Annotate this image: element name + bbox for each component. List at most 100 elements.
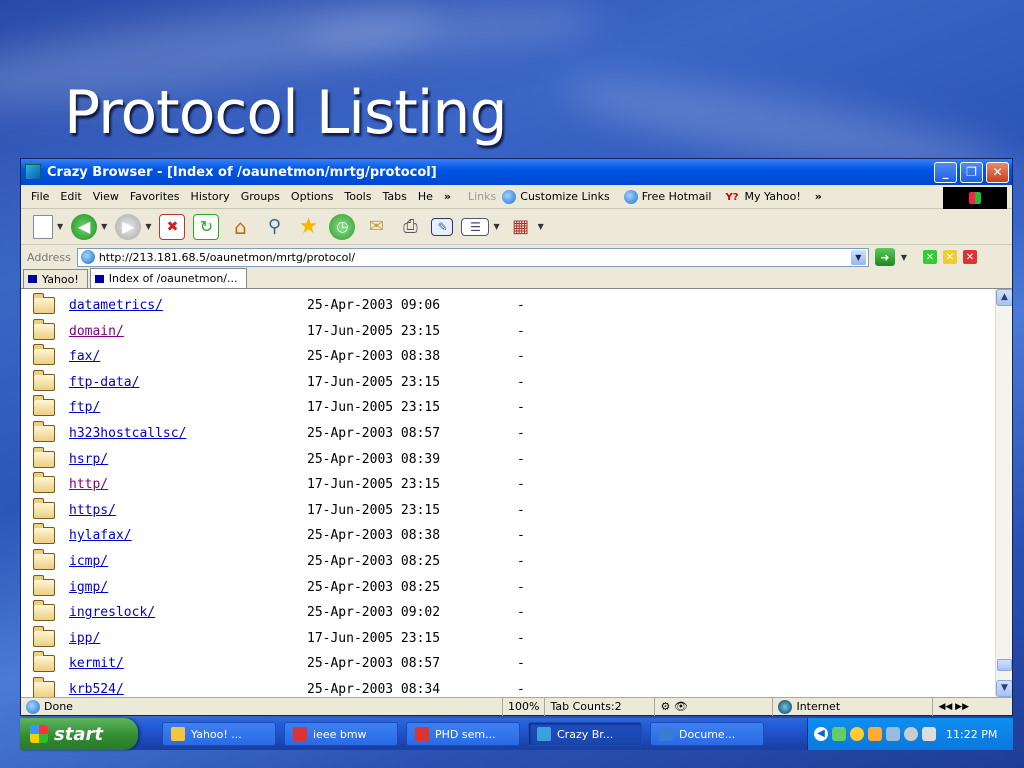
folder-link[interactable]: https/ xyxy=(69,503,307,518)
folder-link[interactable]: fax/ xyxy=(69,349,307,364)
folder-link[interactable]: igmp/ xyxy=(69,580,307,595)
menu-tools[interactable]: Tools xyxy=(344,190,371,203)
stop-icon[interactable]: ✖ xyxy=(159,213,186,240)
tab-counts: Tab Counts:2 xyxy=(545,697,656,716)
folder-link[interactable]: datametrics/ xyxy=(69,298,307,313)
status-nav-arrows[interactable]: ◀◀ ▶▶ xyxy=(933,698,974,716)
refresh-icon[interactable]: ↻ xyxy=(193,213,220,240)
scroll-thumb[interactable] xyxy=(997,659,1012,671)
scroll-up-icon[interactable]: ▲ xyxy=(996,289,1012,306)
close-button[interactable]: ✕ xyxy=(986,161,1009,183)
tray-messenger-icon[interactable] xyxy=(850,727,864,741)
tray-app-icon[interactable] xyxy=(868,727,882,741)
folder-icon xyxy=(33,369,55,391)
home-icon[interactable]: ⌂ xyxy=(227,214,253,240)
messenger-dropdown-icon[interactable]: ▼ xyxy=(538,222,544,231)
tray-network-icon[interactable] xyxy=(832,727,846,741)
folder-icon xyxy=(33,677,55,697)
ie-page-icon xyxy=(80,250,95,264)
taskbar-item[interactable]: Crazy Br... xyxy=(528,722,642,746)
menu-history[interactable]: History xyxy=(191,190,230,203)
tab-index-of-oaunetmon[interactable]: Index of /oaunetmon/... xyxy=(89,268,247,288)
link-free-hotmail[interactable]: Free Hotmail xyxy=(623,189,712,204)
scroll-down-icon[interactable]: ▼ xyxy=(996,680,1012,697)
title-bar[interactable]: Crazy Browser - [Index of /oaunetmon/mrt… xyxy=(21,159,1012,185)
menu-groups[interactable]: Groups xyxy=(241,190,280,203)
taskbar-item[interactable]: PHD sem... xyxy=(406,722,520,746)
menu-favorites[interactable]: Favorites xyxy=(130,190,180,203)
back-dropdown-icon[interactable]: ▼ xyxy=(101,222,107,231)
go-button[interactable]: ➜ xyxy=(874,248,895,266)
favorites-icon[interactable]: ★ xyxy=(295,214,321,240)
list-item: ftp/17-Jun-2005 23:15 - xyxy=(33,395,525,420)
mail-icon[interactable]: ✉ xyxy=(363,214,389,240)
folder-link[interactable]: krb524/ xyxy=(69,682,307,697)
modified-date: 17-Jun-2005 23:15 xyxy=(307,477,441,493)
taskbar-app-icon xyxy=(537,727,551,741)
link-customize-links[interactable]: Customize Links xyxy=(502,189,610,204)
menu-file[interactable]: File xyxy=(31,190,49,203)
menu-view[interactable]: View xyxy=(93,190,119,203)
forward-icon[interactable]: ▶ xyxy=(115,213,142,240)
taskbar-items: Yahoo! ... ieee bmw PHD sem... Crazy Br... D… xyxy=(154,722,764,746)
menu-options[interactable]: Options xyxy=(291,190,333,203)
folder-link[interactable]: kermit/ xyxy=(69,656,307,671)
history-icon[interactable]: ◷ xyxy=(329,213,356,240)
folder-link[interactable]: ftp-data/ xyxy=(69,375,307,390)
modified-date: 17-Jun-2005 23:15 xyxy=(307,323,441,339)
folder-link[interactable]: hsrp/ xyxy=(69,452,307,467)
menu-help[interactable]: He xyxy=(418,190,433,203)
address-input[interactable]: http://213.181.68.5/oaunetmon/mrtg/proto… xyxy=(76,247,869,267)
folder-link[interactable]: domain/ xyxy=(69,324,307,339)
search-icon[interactable]: ⚲ xyxy=(261,214,287,240)
new-page-icon[interactable] xyxy=(33,214,53,239)
menu-overflow-chevron[interactable]: » xyxy=(444,190,451,203)
link-my-yahoo[interactable]: Y? My Yahoo! xyxy=(726,190,801,203)
tray-display-icon[interactable] xyxy=(922,727,936,741)
tray-speaker-icon[interactable] xyxy=(904,727,918,741)
zoom-level: 100% xyxy=(503,697,546,716)
tray-sync-icon[interactable] xyxy=(886,727,900,741)
folder-icon xyxy=(33,344,55,366)
minimize-button[interactable]: _ xyxy=(934,161,957,183)
tab-yahoo[interactable]: Yahoo! xyxy=(23,269,88,288)
discuss-icon[interactable]: ☰ xyxy=(461,217,490,236)
folder-link[interactable]: ftp/ xyxy=(69,400,307,415)
taskbar-item[interactable]: ieee bmw xyxy=(284,722,398,746)
folder-link[interactable]: icmp/ xyxy=(69,554,307,569)
folder-link[interactable]: h323hostcallsc/ xyxy=(69,426,307,441)
print-icon[interactable]: ⎙ xyxy=(397,214,423,240)
start-button[interactable]: start xyxy=(20,718,138,750)
close-green-icon[interactable]: ✕ xyxy=(922,250,937,264)
address-dropdown-icon[interactable]: ▼ xyxy=(850,249,866,265)
address-url: http://213.181.68.5/oaunetmon/mrtg/proto… xyxy=(98,250,356,264)
window-title: Crazy Browser - [Index of /oaunetmon/mrt… xyxy=(47,164,437,180)
close-red-icon[interactable]: ✕ xyxy=(962,250,977,264)
modified-date: 25-Apr-2003 09:06 xyxy=(307,298,441,313)
status-bar: Done 100% Tab Counts:2 ⚙ 👁 Internet ◀◀ ▶… xyxy=(21,697,1012,716)
file-size: - xyxy=(517,349,525,365)
taskbar-item[interactable]: Docume... xyxy=(650,722,764,746)
menu-tabs[interactable]: Tabs xyxy=(382,190,406,203)
forward-dropdown-icon[interactable]: ▼ xyxy=(145,222,151,231)
taskbar-item[interactable]: Yahoo! ... xyxy=(162,722,276,746)
vertical-scrollbar[interactable]: ▲ ▼ xyxy=(995,289,1012,697)
close-yellow-icon[interactable]: ✕ xyxy=(942,250,957,264)
folder-icon xyxy=(33,472,55,494)
tray-arrow-icon[interactable]: ◀ xyxy=(814,727,828,741)
edit-icon[interactable]: ✎ xyxy=(431,217,454,236)
folder-link[interactable]: hylafax/ xyxy=(69,528,307,543)
folder-link[interactable]: ipp/ xyxy=(69,631,307,646)
standard-toolbar: ▼ ◀ ▼ ▶ ▼ ✖ ↻ ⌂ ⚲ ★ ◷ ✉ ⎙ ✎ ☰ ▼ ▦ ▼ xyxy=(21,209,1012,245)
go-dropdown-icon[interactable]: ▼ xyxy=(901,253,907,262)
file-size: - xyxy=(517,605,525,621)
new-page-dropdown-icon[interactable]: ▼ xyxy=(57,222,63,231)
folder-link[interactable]: ingreslock/ xyxy=(69,605,307,620)
back-icon[interactable]: ◀ xyxy=(71,213,98,240)
folder-link[interactable]: http/ xyxy=(69,477,307,492)
restore-button[interactable]: ❐ xyxy=(960,161,983,183)
messenger-icon[interactable]: ▦ xyxy=(508,214,534,240)
discuss-dropdown-icon[interactable]: ▼ xyxy=(493,222,499,231)
links-overflow-chevron[interactable]: » xyxy=(815,190,822,203)
menu-edit[interactable]: Edit xyxy=(60,190,81,203)
